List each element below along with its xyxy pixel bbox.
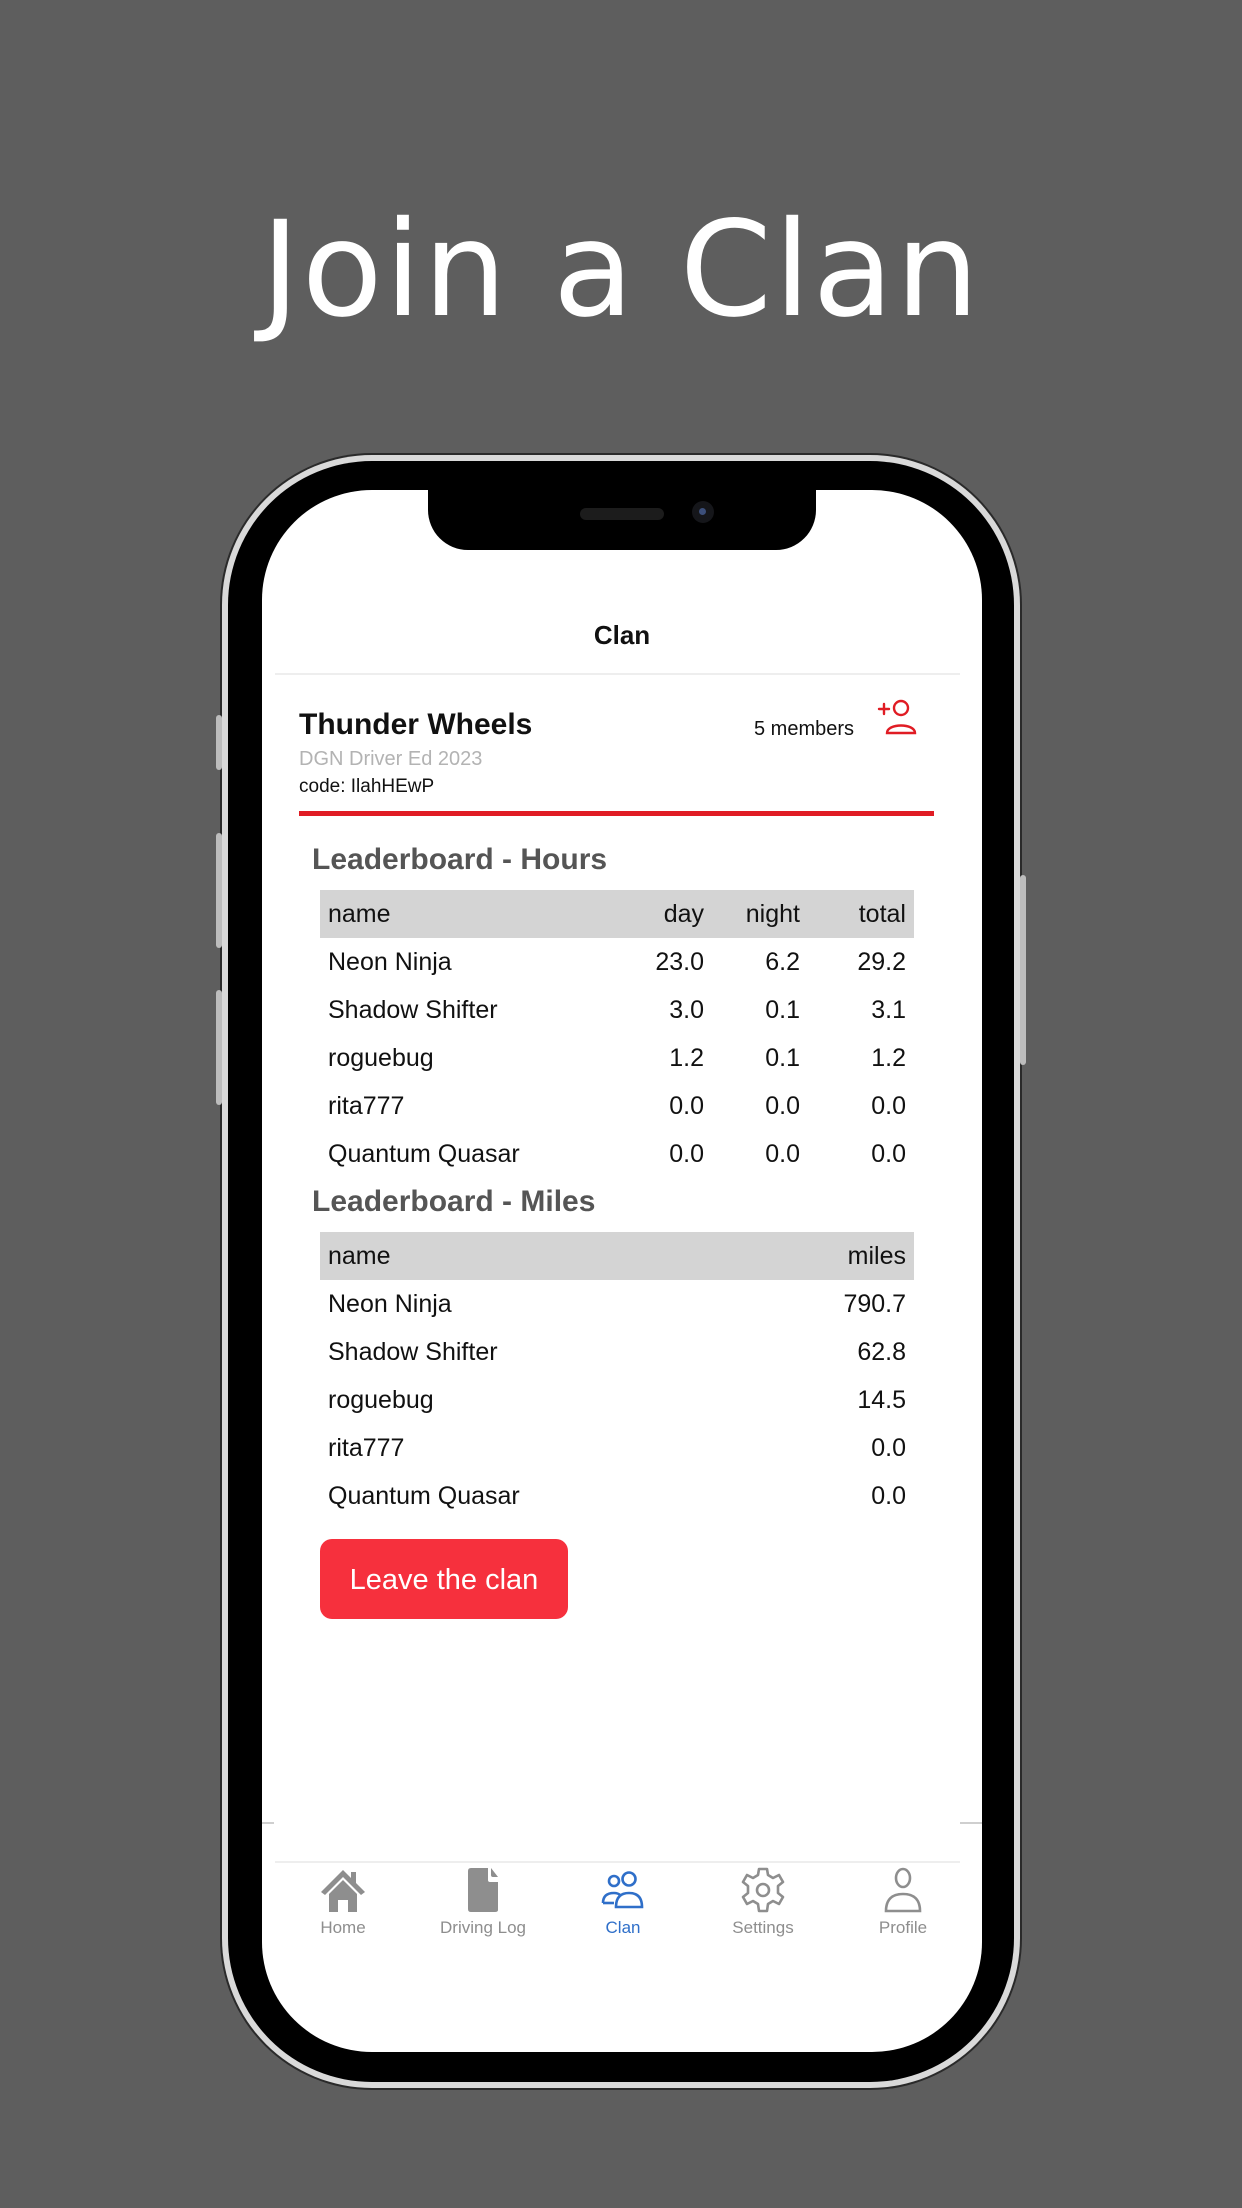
scroll-edge-divider <box>960 1822 982 1824</box>
headline: Join a Clan <box>260 193 982 347</box>
table-row: Shadow Shifter 3.0 0.1 3.1 <box>320 986 914 1034</box>
tab-label: Clan <box>605 1918 641 1937</box>
person-icon <box>884 1867 922 1913</box>
member-count: 5 members <box>754 718 855 740</box>
speaker-grille <box>580 508 664 520</box>
night-hours: 0.1 <box>765 995 800 1024</box>
miles-value: 790.7 <box>843 1289 906 1318</box>
day-hours: 0.0 <box>669 1091 704 1120</box>
tab-driving-log[interactable]: Driving Log <box>413 1866 553 1946</box>
table-header-row: name day night total <box>320 890 914 938</box>
table-header-row: name miles <box>320 1232 914 1280</box>
tab-label: Settings <box>732 1918 794 1937</box>
document-icon <box>468 1868 498 1912</box>
front-camera <box>692 501 714 523</box>
home-icon <box>321 1870 365 1912</box>
total-hours: 0.0 <box>871 1139 906 1168</box>
player-name: Quantum Quasar <box>328 1481 520 1510</box>
tab-label: Driving Log <box>440 1918 526 1937</box>
add-member-button[interactable] <box>876 697 918 739</box>
total-hours: 1.2 <box>871 1043 906 1072</box>
tab-label: Profile <box>878 1918 928 1937</box>
header-divider <box>275 673 960 675</box>
table-row: Neon Ninja 790.7 <box>320 1280 914 1328</box>
table-row: roguebug 1.2 0.1 1.2 <box>320 1034 914 1082</box>
player-name: Neon Ninja <box>328 1289 452 1318</box>
day-hours: 23.0 <box>655 947 704 976</box>
column-header-name: name <box>320 890 596 938</box>
table-row: roguebug 14.5 <box>320 1376 914 1424</box>
player-name: Shadow Shifter <box>328 995 498 1024</box>
tab-settings[interactable]: Settings <box>693 1866 833 1946</box>
player-name: roguebug <box>328 1043 434 1072</box>
night-hours: 0.0 <box>765 1091 800 1120</box>
miles-leaderboard-title: Leaderboard - Miles <box>312 1185 596 1218</box>
miles-leaderboard-table: name miles Neon Ninja 790.7 Shadow Shift… <box>320 1232 914 1520</box>
volume-up-button <box>216 833 222 948</box>
scroll-edge-divider <box>262 1822 274 1824</box>
table-row: rita777 0.0 0.0 0.0 <box>320 1082 914 1130</box>
tab-bar: Home Driving Log Clan Settings Profile <box>273 1866 973 1946</box>
group-icon <box>601 1871 644 1909</box>
column-header-night: night <box>712 890 808 938</box>
add-user-icon <box>877 699 917 735</box>
gear-icon <box>741 1867 785 1913</box>
total-hours: 0.0 <box>871 1091 906 1120</box>
column-header-miles: miles <box>751 1232 914 1280</box>
volume-down-button <box>216 990 222 1105</box>
day-hours: 1.2 <box>669 1043 704 1072</box>
day-hours: 0.0 <box>669 1139 704 1168</box>
night-hours: 0.1 <box>765 1043 800 1072</box>
tab-home[interactable]: Home <box>273 1866 413 1946</box>
miles-value: 14.5 <box>857 1385 906 1414</box>
miles-value: 0.0 <box>871 1433 906 1462</box>
tab-clan[interactable]: Clan <box>553 1866 693 1946</box>
player-name: Neon Ninja <box>328 947 452 976</box>
miles-value: 0.0 <box>871 1481 906 1510</box>
page-title: Clan <box>593 620 651 650</box>
table-row: Shadow Shifter 62.8 <box>320 1328 914 1376</box>
table-row: Quantum Quasar 0.0 <box>320 1472 914 1520</box>
clan-subtitle: DGN Driver Ed 2023 <box>299 748 483 770</box>
clan-code: code: IlahHEwP <box>299 776 435 797</box>
table-row: Quantum Quasar 0.0 0.0 0.0 <box>320 1130 914 1178</box>
hours-leaderboard-title: Leaderboard - Hours <box>312 843 608 876</box>
table-row: Neon Ninja 23.0 6.2 29.2 <box>320 938 914 986</box>
player-name: Shadow Shifter <box>328 1337 498 1366</box>
clan-name: Thunder Wheels <box>299 708 533 741</box>
player-name: rita777 <box>328 1433 405 1462</box>
day-hours: 3.0 <box>669 995 704 1024</box>
player-name: Quantum Quasar <box>328 1139 520 1168</box>
tabbar-divider <box>275 1861 960 1863</box>
tab-profile[interactable]: Profile <box>833 1866 973 1946</box>
mute-switch <box>216 715 222 770</box>
total-hours: 3.1 <box>871 995 906 1024</box>
leave-clan-button[interactable]: Leave the clan <box>320 1539 568 1619</box>
miles-value: 62.8 <box>857 1337 906 1366</box>
clan-divider <box>299 811 934 816</box>
tab-label: Home <box>320 1918 366 1937</box>
player-name: roguebug <box>328 1385 434 1414</box>
column-header-name: name <box>320 1232 752 1280</box>
column-header-day: day <box>596 890 712 938</box>
night-hours: 6.2 <box>765 947 800 976</box>
hours-leaderboard-table: name day night total Neon Ninja 23.0 6.2… <box>320 890 914 1178</box>
table-row: rita777 0.0 <box>320 1424 914 1472</box>
power-button <box>1020 875 1026 1065</box>
total-hours: 29.2 <box>857 947 906 976</box>
player-name: rita777 <box>328 1091 405 1120</box>
night-hours: 0.0 <box>765 1139 800 1168</box>
column-header-total: total <box>808 890 914 938</box>
